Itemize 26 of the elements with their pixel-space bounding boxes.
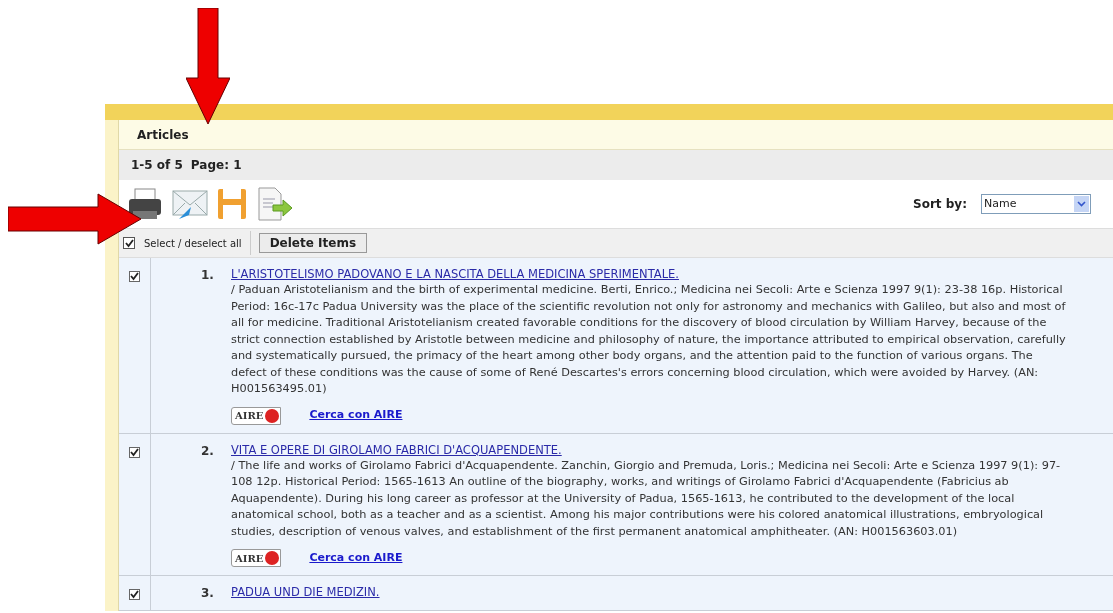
record-title-link[interactable]: VITA E OPERE DI GIROLAMO FABRICI D'ACQUAPENDENTE. bbox=[231, 441, 1066, 458]
record-abstract: / The life and works of Girolamo Fabrici d'Acquapendente. Zanchin, Giorgio and Premuda, Loris.; Medicina nei Secoli: Arte e Scienza 1997 9(1): 97-108 12p. Historical Period: 1565-1613 An outline of the biography, works, and writings of Girolamo Fabrici d'Acquapendente (Fabricius ab Aquapendente). During his long career as professor at the University of Padua, 1565-1613, he contributed to the development of the local anatomical school, both as a teacher and as a scientist. Among his major contributions were his colored anatomical illustrations, embryological studies, description of venous valves, and establishment of the first permanent anatomical amphitheater. (AN: H001563603.01) bbox=[231, 457, 1062, 540]
printer-icon[interactable] bbox=[127, 187, 163, 221]
sort-dropdown[interactable]: Name bbox=[981, 194, 1091, 214]
record-checkbox[interactable] bbox=[129, 589, 140, 600]
record-number: 3. bbox=[201, 585, 215, 602]
search-link[interactable]: Cerca con AIRE bbox=[309, 407, 403, 424]
envelope-icon[interactable] bbox=[171, 187, 209, 221]
select-all-checkbox[interactable] bbox=[123, 237, 135, 249]
record-number: 2. bbox=[201, 442, 215, 460]
record-title-link[interactable]: L'ARISTOTELISMO PADOVANO E LA NASCITA DELLA MEDICINA SPERIMENTALE. bbox=[231, 266, 1066, 282]
record-checkbox[interactable] bbox=[129, 446, 140, 458]
page-number: Page: 1 bbox=[190, 157, 242, 174]
result-range: 1-5 of 5 bbox=[131, 157, 183, 174]
record-checkbox[interactable] bbox=[129, 271, 140, 282]
record-abstract: / Paduan Aristotelianism and the birth of experimental medicine. Berti, Enrico.; Medicina nei Secoli: Arte e Scienza 1997 9(1): 23-38 16p. Historical Period: 16c-17c Padua University was the place of the scientific revolution not only for astronomy and mechanics with Galileo, but also and most of all for medicine. Traditional Aristotelianism created favorable conditions for the discovery of blood circulation by William Harvey, because of the strict connection established by Aristotle between medicine and philosophy of nature, the importance attributed to empirical observation, carefully and systematically pursued, the primacy of the heart among other body organs, and the attention paid to the function of various organs. The defect of these conditions was the cause of some of René Descartes's errors concerning blood circulation, which were avoided by Harvey. (AN: H001563495.01) bbox=[231, 282, 1066, 397]
sort-label: Sort by: bbox=[913, 196, 967, 213]
record-title-link[interactable]: PADUA UND DIE MEDIZIN. bbox=[231, 584, 1066, 600]
select-all-label: Select / deselect all bbox=[144, 236, 242, 251]
record-number: 1. bbox=[201, 267, 215, 284]
aire-badge[interactable]: AIRE bbox=[231, 406, 282, 425]
delete-items-button[interactable]: Delete Items bbox=[258, 233, 368, 253]
aire-badge[interactable]: AIRE bbox=[231, 549, 282, 567]
panel-title: Articles bbox=[137, 126, 189, 144]
document-export-icon[interactable] bbox=[255, 187, 293, 221]
search-link[interactable]: Cerca con AIRE bbox=[309, 549, 403, 567]
